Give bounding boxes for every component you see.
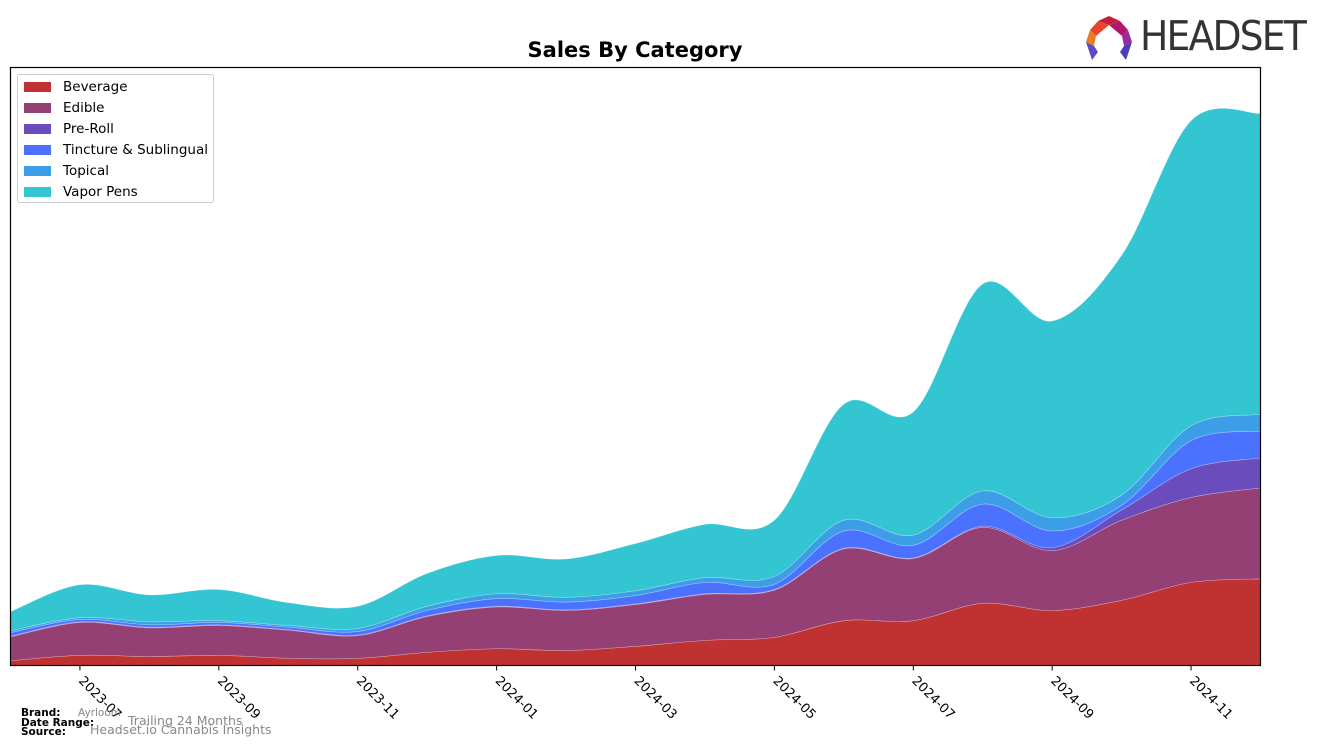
legend-item: Beverage (24, 77, 128, 97)
legend-label: Vapor Pens (63, 184, 138, 200)
legend-swatch (24, 145, 51, 155)
source-value: Headset.io Cannabis Insights (90, 722, 272, 737)
legend-swatch (24, 124, 51, 134)
legend-item: Tincture & Sublingual (24, 140, 208, 160)
legend-item: Edible (24, 98, 104, 118)
headset-logo-icon (1086, 16, 1132, 60)
x-tick-label: 2024-01 (492, 674, 541, 723)
legend-label: Beverage (63, 79, 128, 95)
legend-swatch (24, 166, 51, 176)
legend-label: Pre-Roll (63, 121, 114, 137)
x-tick-label: 2023-11 (353, 674, 402, 723)
legend-label: Topical (63, 163, 109, 179)
x-tick-label: 2024-05 (770, 674, 819, 723)
legend-item: Pre-Roll (24, 119, 114, 139)
headset-logo-text: HEADSET (1140, 12, 1307, 60)
legend-swatch (24, 82, 51, 92)
source-label: Source: (21, 726, 66, 738)
x-axis: 2023-07 2023-09 2023-11 2024-01 2024-03 2024-… (75, 665, 1235, 723)
legend-item: Vapor Pens (24, 182, 138, 202)
x-tick-label: 2024-09 (1047, 674, 1096, 723)
headset-logo: HEADSET (1084, 12, 1314, 64)
legend-label: Edible (63, 100, 105, 116)
footer-source: Source: Headset.io Cannabis Insights (21, 723, 272, 738)
legend-label: Tincture & Sublingual (63, 142, 208, 158)
legend-swatch (24, 103, 51, 113)
legend-item: Topical (24, 161, 109, 181)
legend: Beverage Edible Pre-Roll Tincture & Subling… (17, 74, 214, 203)
legend-swatch (24, 187, 51, 197)
x-tick-label: 2024-03 (631, 674, 680, 723)
x-tick-label: 2024-11 (1186, 674, 1235, 723)
x-tick-label: 2024-07 (908, 674, 957, 723)
